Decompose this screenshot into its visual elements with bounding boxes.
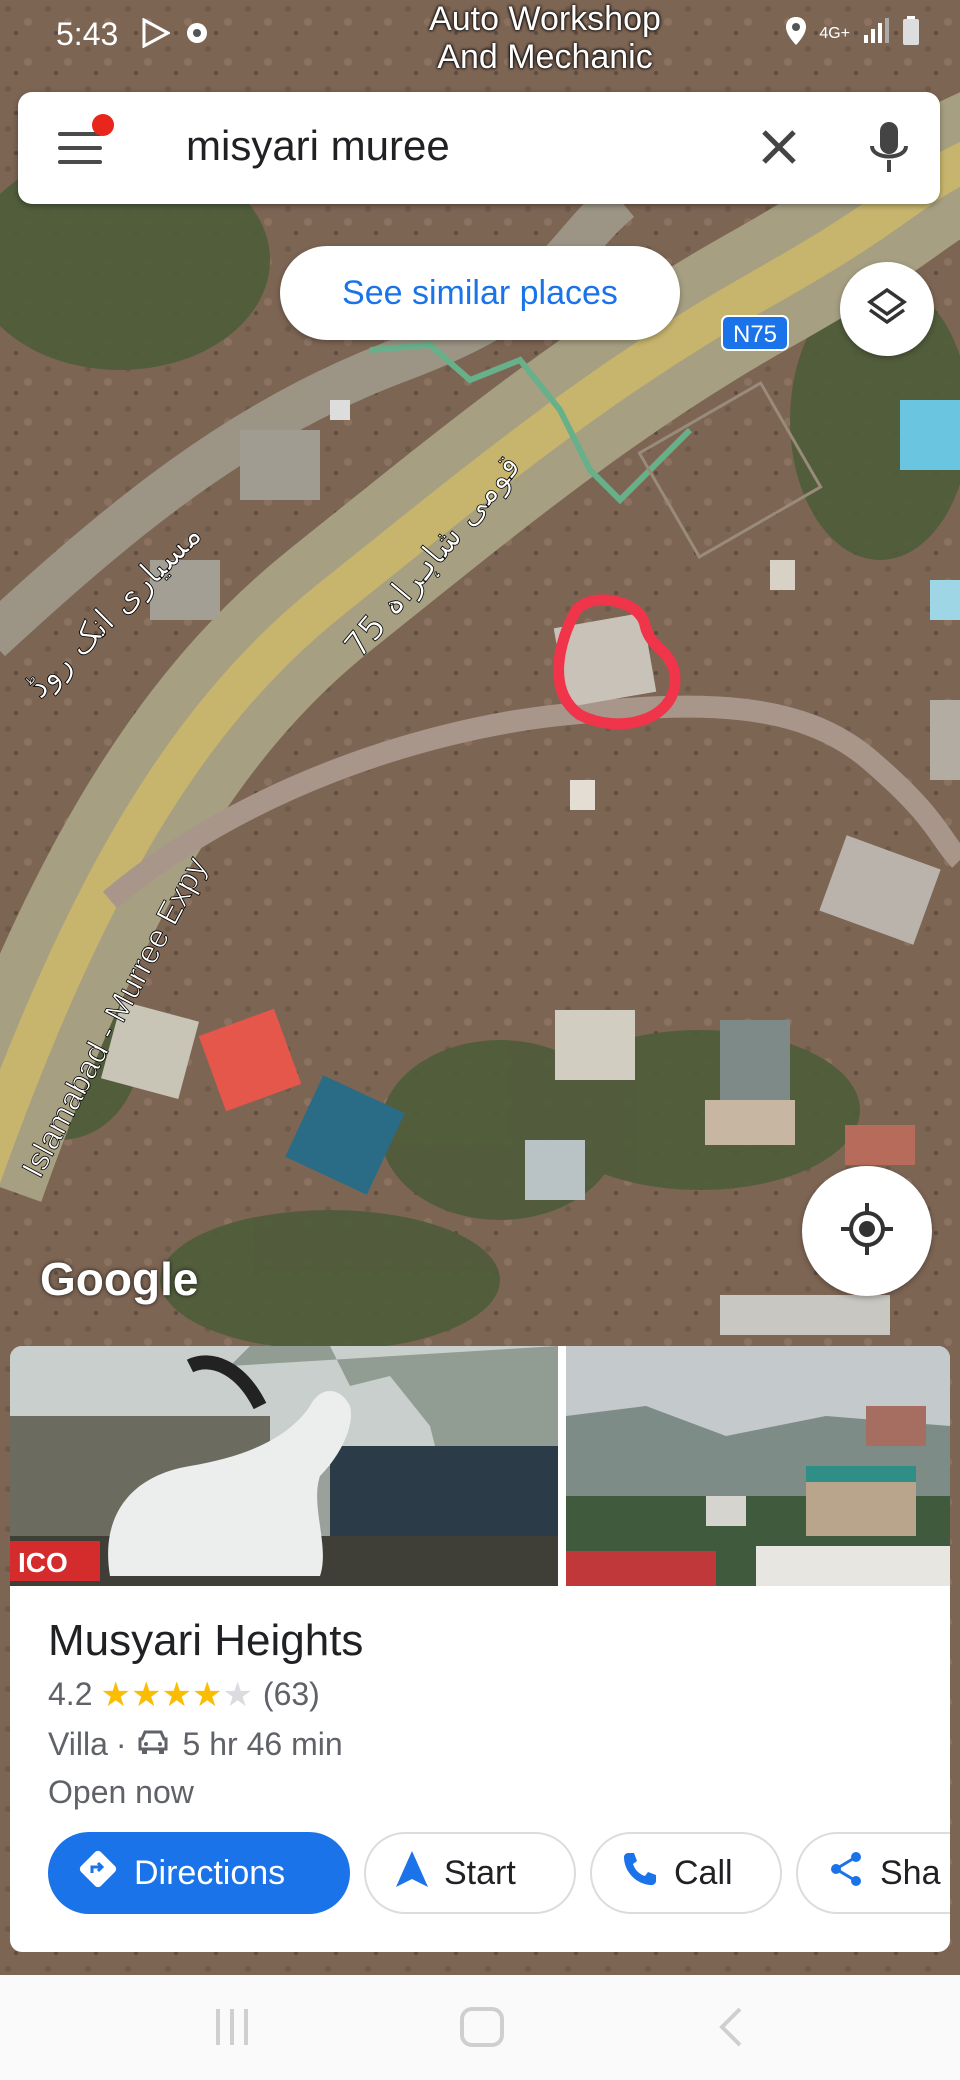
- star-icon: ★: [222, 1675, 253, 1714]
- mic-icon[interactable]: [864, 118, 914, 178]
- star-icon: ★: [191, 1675, 223, 1714]
- place-name[interactable]: Musyari Heights: [48, 1616, 363, 1666]
- share-icon: [798, 1849, 880, 1898]
- layers-icon: [864, 284, 910, 335]
- car-icon: [137, 1726, 169, 1763]
- google-logo: Google: [40, 1253, 199, 1305]
- star-icon: ★: [130, 1675, 162, 1714]
- search-input[interactable]: misyari muree: [186, 122, 450, 170]
- poi-label[interactable]: Auto Workshop And Mechanic: [380, 0, 710, 76]
- star-icon: ★: [161, 1675, 192, 1714]
- play-store-icon: [142, 17, 172, 53]
- directions-button[interactable]: Directions: [48, 1832, 350, 1914]
- network-type-label: 4G+: [819, 24, 850, 42]
- place-card[interactable]: ICO Musyari Heights 4.2 ★ ★ ★ ★ ★ (63) Villa…: [10, 1346, 950, 1952]
- rating-row[interactable]: 4.2 ★ ★ ★ ★ ★ (63): [48, 1676, 320, 1713]
- review-count: (63): [262, 1676, 320, 1712]
- system-nav-bar: [0, 1975, 960, 2080]
- place-meta-row: Villa · 5 hr 46 min: [48, 1726, 343, 1763]
- search-bar[interactable]: misyari muree: [18, 92, 940, 204]
- notification-dot: [92, 114, 114, 136]
- back-icon[interactable]: [716, 2005, 746, 2054]
- close-icon[interactable]: [754, 122, 804, 172]
- location-icon: [785, 16, 807, 51]
- call-button[interactable]: Call: [590, 1832, 782, 1914]
- status-time: 5:43: [56, 16, 119, 52]
- rating-stars: ★ ★ ★ ★ ★: [100, 1678, 252, 1712]
- place-photo-1[interactable]: ICO: [10, 1346, 558, 1586]
- route-shield-label: N75: [733, 321, 777, 348]
- signal-icon: [862, 17, 890, 50]
- status-right-icons: 4G+: [785, 16, 920, 51]
- call-label: Call: [674, 1853, 733, 1892]
- phone-icon: [592, 1849, 674, 1898]
- navigation-arrow-icon: [366, 1849, 444, 1898]
- start-button[interactable]: Start: [364, 1832, 576, 1914]
- share-button[interactable]: Sha: [796, 1832, 950, 1914]
- start-label: Start: [444, 1853, 516, 1892]
- star-icon: ★: [100, 1675, 131, 1714]
- place-category: Villa: [48, 1726, 108, 1762]
- poi-label-line-2: And Mechanic: [437, 38, 653, 76]
- open-status: Open now: [48, 1774, 194, 1810]
- rating-value: 4.2: [48, 1676, 93, 1712]
- see-similar-places-button[interactable]: See similar places: [280, 246, 680, 340]
- share-label: Sha: [880, 1853, 941, 1892]
- directions-label: Directions: [134, 1853, 286, 1892]
- my-location-icon: [839, 1201, 895, 1262]
- layers-button[interactable]: [840, 262, 934, 356]
- directions-icon: [48, 1847, 134, 1900]
- drive-time: 5 hr 46 min: [182, 1726, 343, 1762]
- home-icon[interactable]: [458, 2005, 506, 2054]
- settings-icon: [182, 18, 212, 53]
- place-photo-2[interactable]: [566, 1346, 950, 1586]
- recent-apps-icon[interactable]: [210, 2005, 254, 2054]
- my-location-button[interactable]: [802, 1166, 932, 1296]
- meta-separator: ·: [115, 1726, 127, 1762]
- poi-label-line-1: Auto Workshop: [429, 0, 661, 38]
- battery-icon: [902, 16, 920, 51]
- photo-banner-text: ICO: [18, 1547, 68, 1578]
